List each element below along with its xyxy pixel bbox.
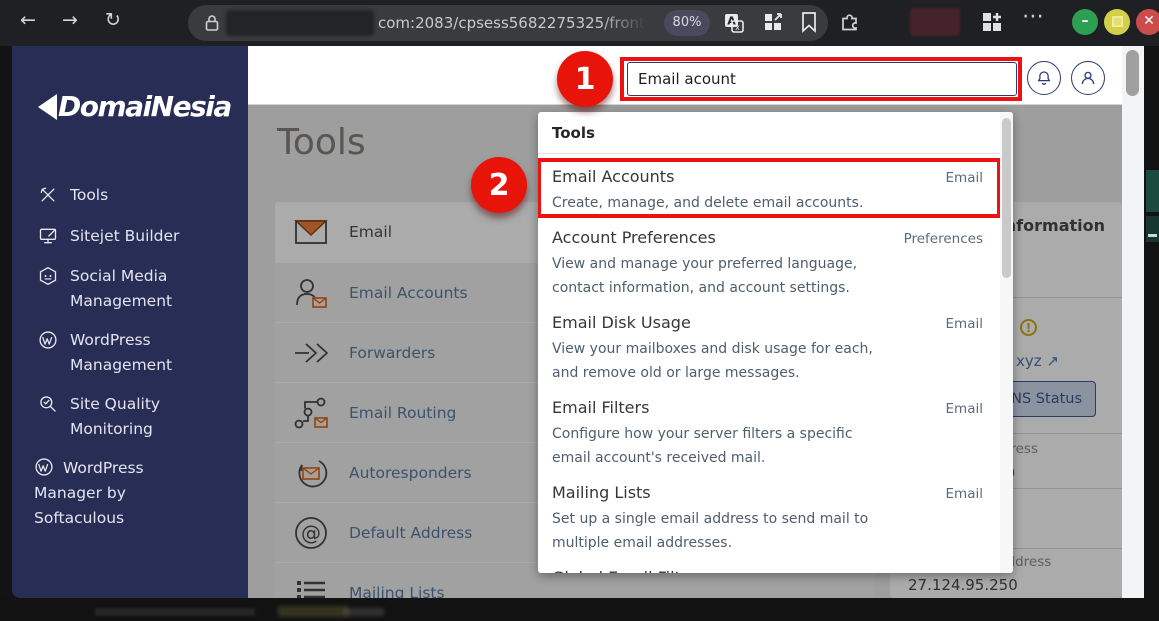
sidebar-item-label: Tools — [70, 183, 108, 208]
reload-icon[interactable]: ↻ — [99, 9, 127, 31]
svg-text:x: x — [735, 23, 740, 32]
fullscreen-icon[interactable] — [762, 11, 784, 37]
account-button[interactable] — [1071, 61, 1105, 95]
divider — [538, 153, 1013, 154]
wordpress-icon — [34, 457, 54, 477]
forward-icon[interactable]: → — [56, 9, 84, 31]
screen: ← → ↻ com:2083/cpsess5682275325/fronten … — [0, 0, 1159, 621]
browser-menu-icon[interactable]: ⋯ — [1022, 4, 1046, 29]
result-email-accounts[interactable]: Email Accounts Email Create, manage, and … — [552, 167, 983, 215]
dropdown-scrollbar-thumb[interactable] — [1002, 118, 1011, 278]
monitor-pen-icon — [38, 226, 58, 246]
extension-redacted — [910, 8, 960, 36]
sidebar-item-wordpress-manager-softaculous[interactable]: WordPress Manager by Softaculous — [34, 456, 194, 531]
result-title: Email Accounts — [552, 167, 674, 186]
desktop-edge-right — [1144, 46, 1159, 621]
sidebar-item-site-quality-monitoring[interactable]: Site Quality Monitoring — [38, 392, 228, 442]
search-results-dropdown: Tools Email Accounts Email Create, manage… — [538, 112, 1013, 573]
sidebar-item-label: Social Media Management — [70, 264, 228, 314]
result-tag: Email — [946, 401, 983, 417]
redacted-domain — [226, 10, 374, 36]
sidebar: DomaiNesia Tools Sitejet Builder Social … — [12, 46, 248, 598]
domainesia-logo[interactable]: DomaiNesia — [38, 90, 231, 123]
result-title: Account Preferences — [552, 228, 716, 247]
social-media-icon — [38, 266, 58, 286]
result-description: Configure how your server filters a spec… — [552, 422, 884, 470]
result-description: Set up a single email address to send ma… — [552, 507, 884, 555]
desktop-edge-bottom — [0, 598, 1159, 621]
result-title: Email Filters — [552, 398, 649, 417]
window-minimize-button[interactable]: – — [1072, 9, 1098, 35]
tools-icon — [38, 185, 58, 205]
result-description: View your mailboxes and disk usage for e… — [552, 337, 884, 385]
lock-icon[interactable] — [204, 14, 220, 36]
dropdown-scrollbar[interactable] — [1000, 112, 1013, 573]
logo-triangle-icon — [38, 94, 57, 120]
sidebar-item-tools[interactable]: Tools — [38, 183, 108, 208]
sidebar-item-wordpress-management[interactable]: WordPress Management — [38, 328, 228, 378]
notifications-button[interactable] — [1027, 61, 1061, 95]
sidebar-item-label: Sitejet Builder — [70, 224, 179, 249]
page-zoom-badge[interactable]: 80% — [664, 10, 710, 36]
annotation-box-search — [620, 57, 1022, 101]
dropdown-section-title: Tools — [552, 124, 983, 142]
background-window-fragment — [1148, 234, 1157, 237]
annotation-step-1: 1 — [557, 51, 613, 107]
page-scrollbar[interactable] — [1122, 46, 1144, 598]
window-close-button[interactable]: ✕ — [1136, 9, 1159, 35]
url-fade — [600, 9, 666, 37]
result-email-filters[interactable]: Email Filters Email Configure how your se… — [552, 398, 983, 470]
translate-icon[interactable]: Ax — [722, 11, 746, 39]
result-global-email-filters[interactable]: Global Email Filters — [552, 568, 983, 573]
background-window-fragment — [1146, 216, 1159, 242]
background-window-fragment — [1146, 170, 1159, 212]
page-scrollbar-thumb[interactable] — [1126, 50, 1139, 96]
extensions-puzzle-icon[interactable] — [838, 10, 862, 38]
result-description: Create, manage, and delete email account… — [552, 191, 884, 215]
back-icon[interactable]: ← — [14, 9, 42, 31]
window-maximize-button[interactable] — [1104, 9, 1130, 35]
wordpress-icon — [38, 330, 58, 350]
magnifier-check-icon — [38, 394, 58, 414]
taskbar-smudge — [95, 608, 255, 616]
bookmark-icon[interactable] — [799, 11, 819, 37]
sidebar-item-social-media-management[interactable]: Social Media Management — [38, 264, 228, 314]
taskbar-smudge — [344, 608, 384, 616]
taskbar-smudge — [278, 606, 348, 617]
apps-grid-icon[interactable] — [980, 10, 1004, 38]
result-description: View and manage your preferred language,… — [552, 252, 884, 300]
result-tag: Email — [946, 486, 983, 502]
result-email-disk-usage[interactable]: Email Disk Usage Email View your mailboxe… — [552, 313, 983, 385]
sidebar-item-label: Site Quality Monitoring — [70, 392, 228, 442]
address-bar[interactable]: com:2083/cpsess5682275325/fronten 80% Ax — [188, 5, 828, 41]
result-mailing-lists[interactable]: Mailing Lists Email Set up a single email… — [552, 483, 983, 555]
result-title: Email Disk Usage — [552, 313, 691, 332]
bell-icon — [1035, 69, 1053, 87]
result-title: Mailing Lists — [552, 483, 651, 502]
user-icon — [1079, 69, 1097, 87]
result-tag: Email — [946, 316, 983, 332]
result-tag: Email — [946, 170, 983, 186]
sidebar-item-sitejet-builder[interactable]: Sitejet Builder — [38, 224, 179, 249]
logo-text: DomaiNesia — [58, 90, 231, 123]
result-title: Global Email Filters — [552, 568, 706, 573]
browser-toolbar: ← → ↻ com:2083/cpsess5682275325/fronten … — [0, 0, 1159, 46]
annotation-step-2: 2 — [471, 157, 527, 213]
sidebar-item-label: WordPress Management — [70, 328, 228, 378]
result-tag: Preferences — [904, 231, 983, 247]
result-account-preferences[interactable]: Account Preferences Preferences View and … — [552, 228, 983, 300]
